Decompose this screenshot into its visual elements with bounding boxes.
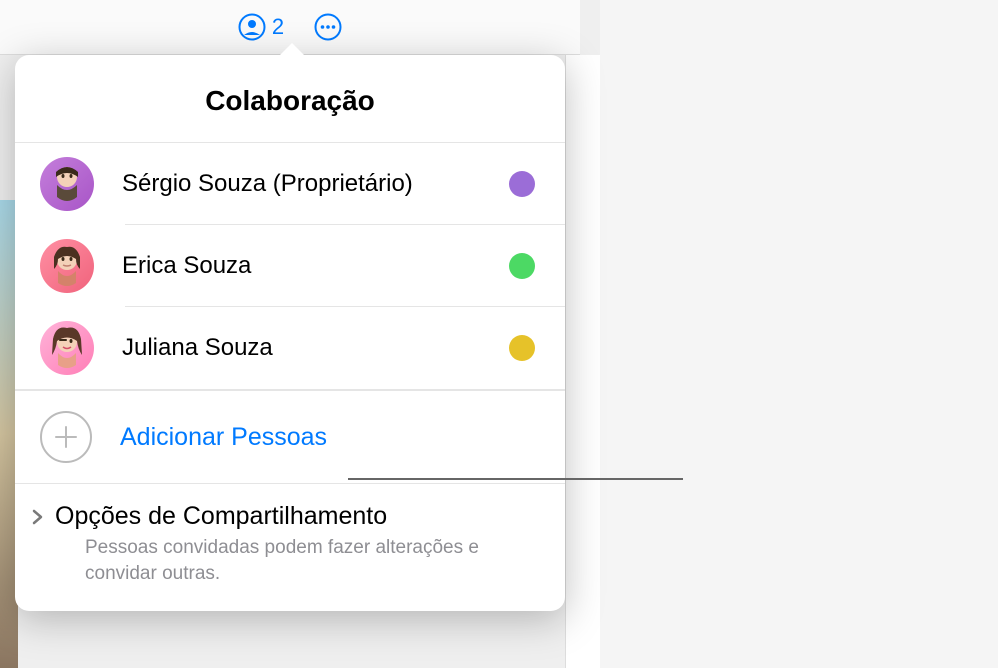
memoji-icon bbox=[40, 321, 94, 375]
avatar bbox=[40, 321, 94, 375]
more-button[interactable] bbox=[314, 13, 342, 41]
status-dot bbox=[509, 335, 535, 361]
chevron-right-icon bbox=[31, 508, 45, 526]
sharing-options-button[interactable]: Opções de Compartilhamento Pessoas convi… bbox=[15, 484, 565, 611]
collaboration-popover: Colaboração Sérgio Souza (Propriet bbox=[15, 55, 565, 611]
collaborator-name: Erica Souza bbox=[122, 252, 509, 280]
person-circle-icon bbox=[238, 13, 266, 41]
memoji-icon bbox=[40, 239, 94, 293]
inspector-panel-edge bbox=[565, 55, 600, 668]
collaborator-row[interactable]: Erica Souza bbox=[15, 225, 565, 307]
avatar bbox=[40, 239, 94, 293]
popover-title: Colaboração bbox=[15, 55, 565, 143]
collaborator-name: Sérgio Souza (Proprietário) bbox=[122, 170, 509, 198]
collaborator-row[interactable]: Juliana Souza bbox=[15, 307, 565, 389]
add-people-button[interactable]: Adicionar Pessoas bbox=[15, 390, 565, 484]
collaborator-name: Juliana Souza bbox=[122, 334, 509, 362]
collaborator-list: Sérgio Souza (Proprietário) bbox=[15, 143, 565, 390]
memoji-icon bbox=[40, 157, 94, 211]
collaboration-button[interactable]: 2 bbox=[238, 13, 284, 41]
collaborator-row[interactable]: Sérgio Souza (Proprietário) bbox=[15, 143, 565, 225]
add-people-label: Adicionar Pessoas bbox=[120, 423, 327, 452]
callout-line bbox=[348, 478, 683, 480]
collab-count: 2 bbox=[272, 14, 284, 40]
status-dot bbox=[509, 253, 535, 279]
avatar bbox=[40, 157, 94, 211]
popover-arrow bbox=[280, 43, 304, 55]
ellipsis-circle-icon bbox=[314, 13, 342, 41]
sharing-options-title: Opções de Compartilhamento bbox=[55, 502, 387, 531]
plus-circle-icon bbox=[40, 411, 92, 463]
sharing-options-description: Pessoas convidadas podem fazer alteraçõe… bbox=[85, 535, 535, 586]
status-dot bbox=[509, 171, 535, 197]
